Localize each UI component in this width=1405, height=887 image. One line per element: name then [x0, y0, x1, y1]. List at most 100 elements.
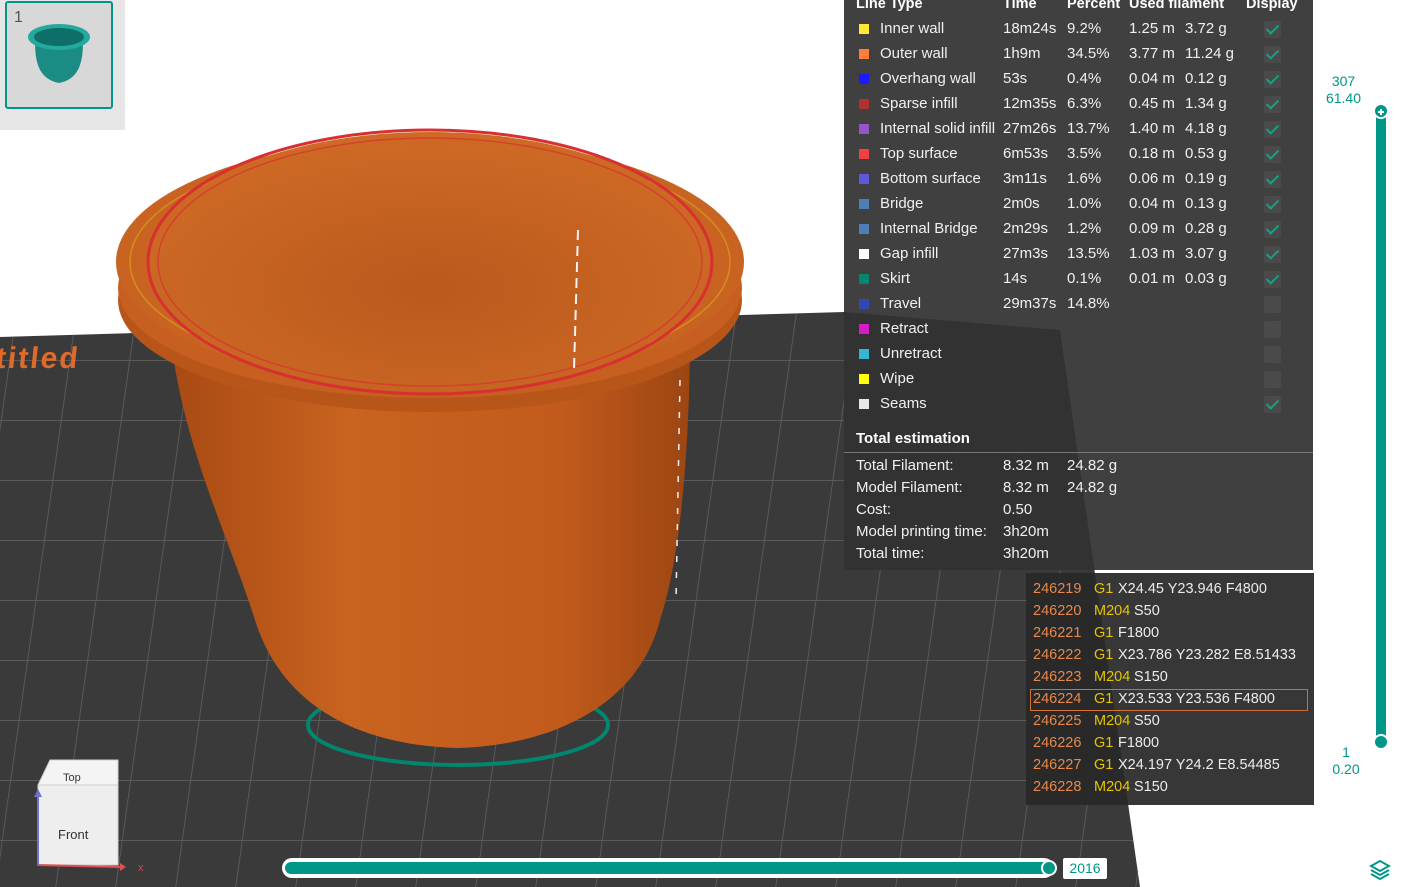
line-type-color-swatch	[859, 274, 869, 284]
display-checkbox[interactable]	[1264, 296, 1281, 313]
legend-row[interactable]: Bridge 2m0s 1.0% 0.04 m 0.13 g	[844, 193, 1313, 218]
total-row: Cost: 0.50	[856, 501, 1306, 523]
display-checkbox[interactable]	[1264, 371, 1281, 388]
total-value-1: 3h20m	[1003, 545, 1049, 562]
gcode-line-selected[interactable]: 246224 G1 X23.533 Y23.536 F4800	[1030, 689, 1308, 711]
display-checkbox[interactable]	[1264, 171, 1281, 188]
total-label: Model printing time:	[856, 523, 987, 540]
line-type-color-swatch	[859, 149, 869, 159]
layer-slider-track[interactable]	[1376, 110, 1386, 742]
legend-weight: 3.72 g	[1185, 20, 1227, 37]
plate-name-text: titled	[0, 342, 82, 375]
legend-row[interactable]: Seams	[844, 393, 1313, 418]
legend-row[interactable]: Unretract	[844, 343, 1313, 368]
legend-row[interactable]: Skirt 14s 0.1% 0.01 m 0.03 g	[844, 268, 1313, 293]
total-row: Model printing time: 3h20m	[856, 523, 1306, 545]
gcode-line[interactable]: 246226 G1 F1800	[1030, 733, 1308, 755]
legend-row[interactable]: Gap infill 27m3s 13.5% 1.03 m 3.07 g	[844, 243, 1313, 268]
legend-row[interactable]: Bottom surface 3m11s 1.6% 0.06 m 0.19 g	[844, 168, 1313, 193]
display-checkbox[interactable]	[1264, 71, 1281, 88]
gcode-args: F1800	[1118, 735, 1160, 751]
legend-row[interactable]: Internal solid infill 27m26s 13.7% 1.40 m 4.…	[844, 118, 1313, 143]
navcube-top-label: Top	[63, 772, 81, 784]
bottom-layer-height: 0.20	[1332, 761, 1360, 777]
legend-name: Inner wall	[880, 20, 945, 37]
gcode-cmd: G1	[1094, 735, 1114, 751]
legend-weight: 11.24 g	[1185, 45, 1234, 62]
legend-time: 27m26s	[1003, 120, 1057, 137]
legend-weight: 0.53 g	[1185, 145, 1227, 162]
total-row: Total Filament: 8.32 m 24.82 g	[856, 457, 1306, 479]
legend-name: Bridge	[880, 195, 924, 212]
legend-time: 2m29s	[1003, 220, 1049, 237]
legend-row[interactable]: Outer wall 1h9m 34.5% 3.77 m 11.24 g	[844, 43, 1313, 68]
display-checkbox[interactable]	[1264, 96, 1281, 113]
gcode-line[interactable]: 246227 G1 X24.197 Y24.2 E8.54485	[1030, 755, 1308, 777]
plate-thumbnail[interactable]: 1	[5, 1, 113, 109]
gcode-line[interactable]: 246228 M204 S150	[1030, 777, 1308, 799]
legend-row[interactable]: Travel 29m37s 14.8%	[844, 293, 1313, 318]
display-checkbox[interactable]	[1264, 221, 1281, 238]
legend-name: Top surface	[880, 145, 958, 162]
layer-slider-bottom-handle[interactable]	[1373, 734, 1389, 750]
display-checkbox[interactable]	[1264, 121, 1281, 138]
gcode-line[interactable]: 246221 G1 F1800	[1030, 623, 1308, 645]
gcode-line[interactable]: 246222 G1 X23.786 Y23.282 E8.51433	[1030, 645, 1308, 667]
layers-icon[interactable]	[1368, 858, 1392, 881]
legend-length: 0.01 m	[1129, 270, 1175, 287]
layer-slider-top-handle[interactable]	[1373, 103, 1389, 119]
top-layer-number: 307	[1331, 73, 1356, 89]
display-checkbox[interactable]	[1264, 196, 1281, 213]
legend-percent: 3.5%	[1067, 145, 1102, 162]
legend-row[interactable]: Overhang wall 53s 0.4% 0.04 m 0.12 g	[844, 68, 1313, 93]
gcode-cmd: G1	[1094, 757, 1114, 773]
line-type-color-swatch	[859, 249, 869, 259]
legend-row[interactable]: Internal Bridge 2m29s 1.2% 0.09 m 0.28 g	[844, 218, 1313, 243]
gcode-num: 246228	[1033, 779, 1082, 795]
legend-row[interactable]: Top surface 6m53s 3.5% 0.18 m 0.53 g	[844, 143, 1313, 168]
display-checkbox[interactable]	[1264, 321, 1281, 338]
gcode-cmd: G1	[1094, 691, 1114, 707]
axis-x-label: x	[138, 862, 144, 874]
legend-time: 27m3s	[1003, 245, 1049, 262]
display-checkbox[interactable]	[1264, 246, 1281, 263]
move-slider-value: 2016	[1063, 858, 1107, 879]
display-checkbox[interactable]	[1264, 271, 1281, 288]
line-type-color-swatch	[859, 399, 869, 409]
display-checkbox[interactable]	[1264, 146, 1281, 163]
legend-row[interactable]: Retract	[844, 318, 1313, 343]
gcode-line[interactable]: 246225 M204 S50	[1030, 711, 1308, 733]
legend-row[interactable]: Sparse infill 12m35s 6.3% 0.45 m 1.34 g	[844, 93, 1313, 118]
plate-index: 1	[14, 9, 23, 26]
move-slider[interactable]	[282, 858, 1054, 878]
total-value-2: 24.82 g	[1067, 457, 1118, 474]
gcode-line[interactable]: 246220 M204 S50	[1030, 601, 1308, 623]
line-type-color-swatch	[859, 49, 869, 59]
total-value-2: 24.82 g	[1067, 479, 1118, 496]
display-checkbox[interactable]	[1264, 21, 1281, 38]
total-value-1: 8.32 m	[1003, 479, 1049, 496]
3d-viewport[interactable]: titled 1 Line Type Time Percent Used fil…	[0, 0, 1405, 887]
total-estimation-title: Total estimation	[856, 430, 970, 447]
legend-percent: 1.2%	[1067, 220, 1102, 237]
view-navigation-cube[interactable]: Top Front	[30, 755, 150, 880]
display-checkbox[interactable]	[1264, 46, 1281, 63]
move-slider-track[interactable]	[285, 862, 1049, 874]
layer-top-label: 307 61.40	[1316, 73, 1371, 109]
gcode-line[interactable]: 246219 G1 X24.45 Y23.946 F4800	[1030, 579, 1308, 601]
legend-percent: 14.8%	[1067, 295, 1110, 312]
legend-length: 0.45 m	[1129, 95, 1175, 112]
gcode-cmd: G1	[1094, 647, 1114, 663]
display-checkbox[interactable]	[1264, 346, 1281, 363]
line-type-color-swatch	[859, 374, 869, 384]
gcode-line[interactable]: 246223 M204 S150	[1030, 667, 1308, 689]
gcode-cmd: M204	[1094, 713, 1131, 729]
model-cup-opening	[150, 132, 710, 392]
legend-row[interactable]: Inner wall 18m24s 9.2% 1.25 m 3.72 g	[844, 18, 1313, 43]
gcode-viewer[interactable]: 246219 G1 X24.45 Y23.946 F4800 246220 M204 S5…	[1026, 573, 1314, 805]
display-checkbox[interactable]	[1264, 396, 1281, 413]
move-slider-handle[interactable]	[1041, 860, 1057, 876]
legend-length: 1.40 m	[1129, 120, 1175, 137]
legend-row[interactable]: Wipe	[844, 368, 1313, 393]
gcode-args: X24.45 Y23.946 F4800	[1118, 581, 1267, 597]
